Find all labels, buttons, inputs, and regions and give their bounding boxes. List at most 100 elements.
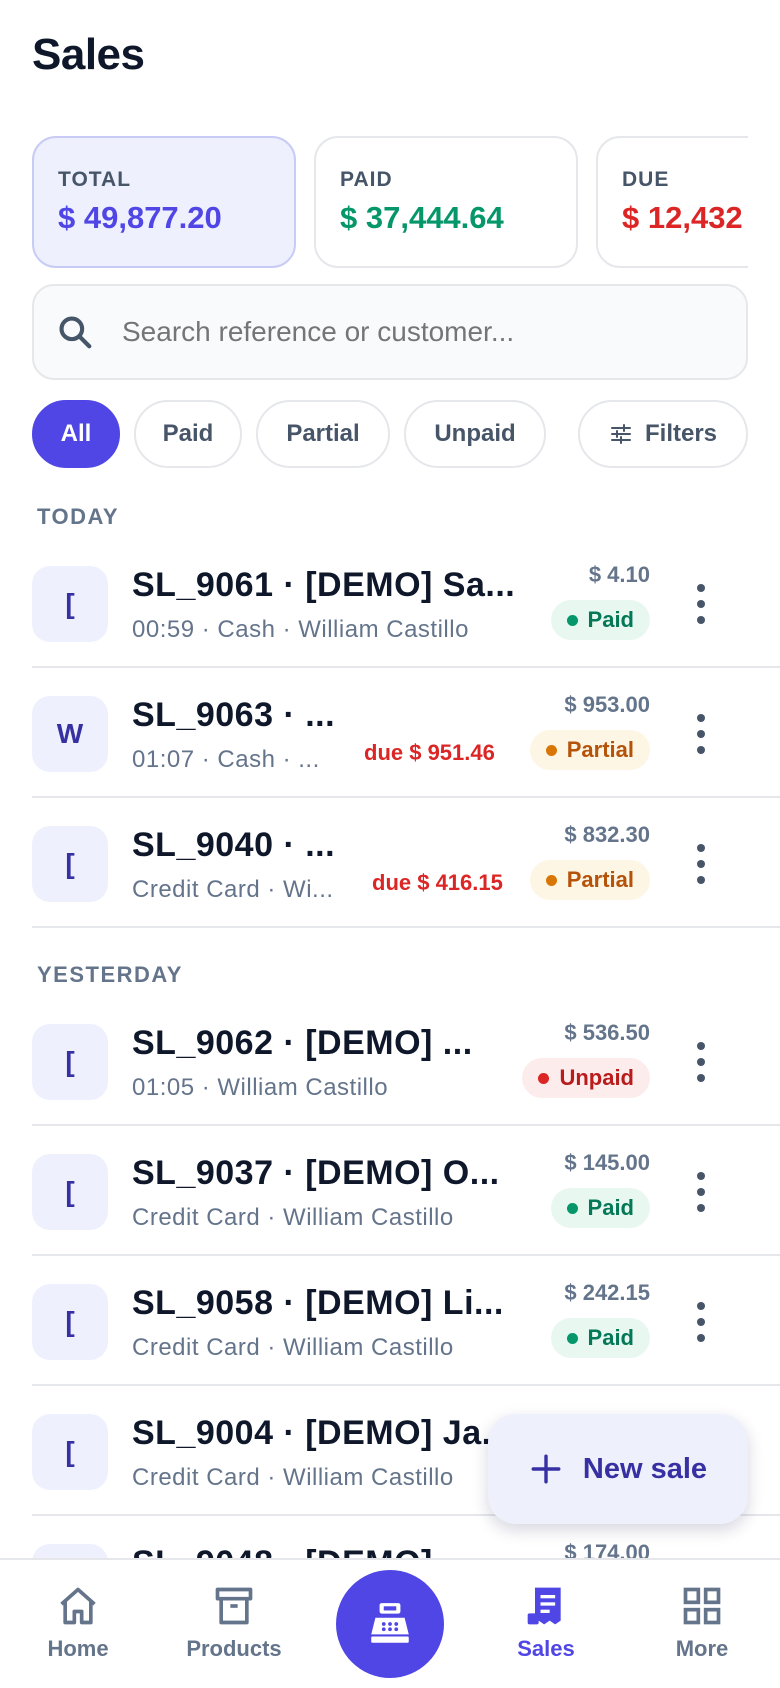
sale-amount: $ 145.00 xyxy=(564,1150,650,1175)
nav-label-sales: Sales xyxy=(517,1636,575,1661)
status-badge: Paid xyxy=(550,1318,650,1358)
avatar: [ xyxy=(32,1414,108,1490)
status-dot xyxy=(566,1332,578,1344)
section-yesterday: YESTERDAY xyxy=(37,962,183,987)
avatar: [ xyxy=(32,1024,108,1100)
sale-amount: $ 536.50 xyxy=(564,1020,650,1045)
grid-icon xyxy=(683,1587,721,1625)
filter-chips: All Paid Partial Unpaid Filters xyxy=(32,400,748,468)
sale-subtitle: 00:59 · Cash · William Castillo xyxy=(132,616,469,643)
more-vertical-icon[interactable] xyxy=(694,1042,708,1082)
sale-row[interactable]: [ SL_9058 · [DEMO] Li... Credit Card · W… xyxy=(32,1256,780,1386)
nav-more[interactable]: More xyxy=(624,1560,780,1688)
pos-button[interactable] xyxy=(336,1570,444,1678)
chip-paid[interactable]: Paid xyxy=(134,400,242,468)
stat-label-due: DUE xyxy=(622,168,670,191)
avatar: [ xyxy=(32,566,108,642)
sale-title: SL_9061 · [DEMO] Sa... xyxy=(132,566,516,604)
status-label: Unpaid xyxy=(559,1065,634,1090)
nav-home[interactable]: Home xyxy=(0,1560,156,1688)
sale-amount: $ 4.10 xyxy=(588,562,650,587)
status-dot xyxy=(545,744,557,756)
more-vertical-icon[interactable] xyxy=(694,844,708,884)
status-dot xyxy=(545,874,557,886)
sale-subtitle: Credit Card · William Castillo xyxy=(132,1204,454,1231)
more-vertical-icon[interactable] xyxy=(694,1302,708,1342)
avatar: W xyxy=(32,696,108,772)
sale-due: due $ 951.46 xyxy=(364,740,495,765)
sale-amount: $ 242.15 xyxy=(564,1280,650,1305)
sale-amount: $ 953.00 xyxy=(564,692,650,717)
nav-label-products: Products xyxy=(186,1636,282,1661)
sale-subtitle: 01:07 · Cash · ... xyxy=(132,746,320,773)
nav-products[interactable]: Products xyxy=(156,1560,312,1688)
stat-value-paid: $ 37,444.64 xyxy=(340,200,504,235)
box-icon xyxy=(215,1587,253,1625)
status-badge: Paid xyxy=(550,1188,650,1228)
chip-unpaid[interactable]: Unpaid xyxy=(404,400,546,468)
sale-subtitle: Credit Card · Wi... xyxy=(132,876,334,903)
stat-value-total: $ 49,877.20 xyxy=(58,200,222,235)
stat-label-paid: PAID xyxy=(340,168,393,191)
search-icon xyxy=(59,316,92,349)
sale-title: SL_9058 · [DEMO] Li... xyxy=(132,1284,504,1322)
stat-card-total[interactable]: TOTAL $ 49,877.20 xyxy=(32,136,296,268)
more-vertical-icon[interactable] xyxy=(694,1172,708,1212)
home-icon xyxy=(60,1587,96,1625)
status-dot xyxy=(566,614,578,626)
nav-label-home: Home xyxy=(47,1636,109,1661)
new-sale-label: New sale xyxy=(582,1452,708,1485)
sale-title: SL_9063 · ... xyxy=(132,696,336,734)
status-label: Paid xyxy=(587,1325,634,1350)
sale-subtitle: Credit Card · William Castillo xyxy=(132,1334,454,1361)
sale-title: SL_9037 · [DEMO] O... xyxy=(132,1154,500,1192)
filters-label: Filters xyxy=(644,420,718,447)
stat-card-paid[interactable]: PAID $ 37,444.64 xyxy=(314,136,578,268)
sale-row[interactable]: [ SL_9061 · [DEMO] Sa... 00:59 · Cash · … xyxy=(32,538,780,668)
status-label: Paid xyxy=(587,607,634,632)
stat-card-due[interactable]: DUE $ 12,432 xyxy=(596,136,748,268)
plus-icon xyxy=(531,1454,561,1484)
stats-carousel[interactable]: TOTAL $ 49,877.20 PAID $ 37,444.64 DUE $… xyxy=(32,136,748,268)
status-label: Paid xyxy=(587,1195,634,1220)
search-input[interactable] xyxy=(122,316,722,348)
status-badge: Unpaid xyxy=(522,1058,650,1098)
nav-sales[interactable]: Sales xyxy=(468,1560,624,1688)
status-badge: Paid xyxy=(550,600,650,640)
cash-register-icon xyxy=(371,1603,409,1643)
sale-title: SL_9040 · ... xyxy=(132,826,336,864)
section-today: TODAY xyxy=(37,504,120,529)
status-label: Partial xyxy=(566,867,634,892)
chip-all[interactable]: All xyxy=(32,400,120,468)
status-badge: Partial xyxy=(529,730,650,770)
avatar: [ xyxy=(32,1284,108,1360)
receipt-icon xyxy=(527,1587,561,1625)
status-dot xyxy=(538,1072,550,1084)
sale-row[interactable]: W SL_9063 · ... 01:07 · Cash · ... $ 953… xyxy=(32,668,780,798)
sale-row[interactable]: [ SL_9040 · ... Credit Card · Wi... $ 83… xyxy=(32,798,780,928)
stat-label-total: TOTAL xyxy=(58,168,132,191)
more-vertical-icon[interactable] xyxy=(694,714,708,754)
sale-row[interactable]: [ SL_9062 · [DEMO] ... 01:05 · William C… xyxy=(32,996,780,1126)
nav-label-more: More xyxy=(675,1636,729,1661)
chip-partial[interactable]: Partial xyxy=(256,400,390,468)
sale-title: SL_9062 · [DEMO] ... xyxy=(132,1024,473,1062)
new-sale-button[interactable]: New sale xyxy=(488,1414,748,1524)
status-dot xyxy=(566,1202,578,1214)
more-vertical-icon[interactable] xyxy=(694,584,708,624)
search-bar[interactable] xyxy=(32,284,748,380)
avatar: [ xyxy=(32,826,108,902)
status-badge: Partial xyxy=(529,860,650,900)
filters-button[interactable]: Filters xyxy=(578,400,748,468)
sale-subtitle: Credit Card · William Castillo xyxy=(132,1464,454,1491)
sale-row[interactable]: [ SL_9037 · [DEMO] O... Credit Card · Wi… xyxy=(32,1126,780,1256)
status-label: Partial xyxy=(566,737,634,762)
sale-subtitle: 01:05 · William Castillo xyxy=(132,1074,389,1101)
sale-due: due $ 416.15 xyxy=(372,870,503,895)
sale-title: SL_9004 · [DEMO] Ja... xyxy=(132,1414,512,1452)
avatar: [ xyxy=(32,1154,108,1230)
page-title: Sales xyxy=(32,30,145,79)
sliders-icon xyxy=(610,424,631,444)
sale-amount: $ 832.30 xyxy=(564,822,650,847)
stat-value-due: $ 12,432 xyxy=(622,200,743,235)
